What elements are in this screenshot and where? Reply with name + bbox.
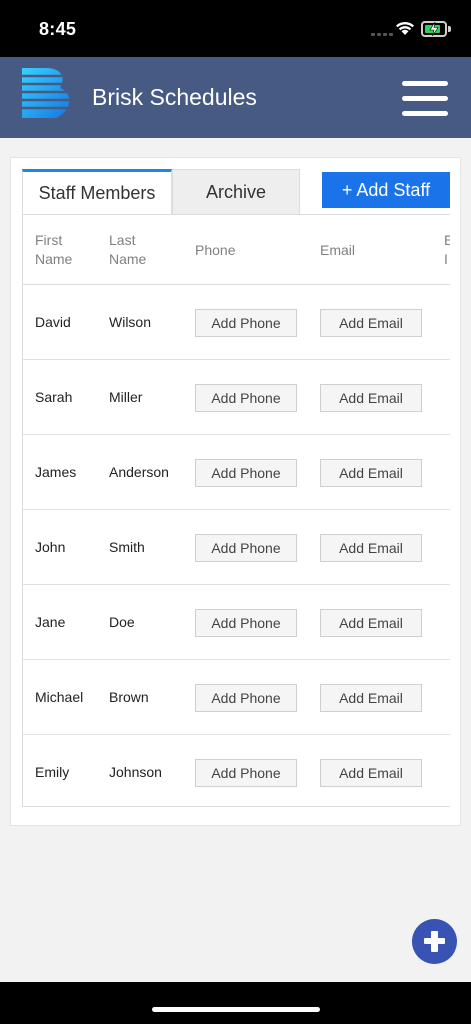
- add-phone-button[interactable]: Add Phone: [195, 309, 297, 337]
- cell-first-name: Sarah: [35, 389, 73, 405]
- add-email-button[interactable]: Add Email: [320, 609, 422, 637]
- cell-last-name: Johnson: [109, 764, 162, 780]
- add-email-button[interactable]: Add Email: [320, 309, 422, 337]
- add-phone-button[interactable]: Add Phone: [195, 684, 297, 712]
- cell-last-name: Miller: [109, 389, 143, 405]
- add-staff-button[interactable]: + Add Staff: [322, 172, 450, 208]
- cell-first-name: Emily: [35, 764, 70, 780]
- wifi-icon: [396, 21, 414, 35]
- status-bar: 8:45: [0, 0, 471, 57]
- staff-table: First Name Last Name Phone Email E I Dav…: [22, 214, 450, 807]
- tab-archive[interactable]: Archive: [172, 169, 300, 215]
- fab-add-button[interactable]: [412, 919, 457, 964]
- table-header: First Name Last Name Phone Email E I: [23, 215, 450, 285]
- column-header-email: Email: [320, 242, 356, 258]
- home-bar: [0, 982, 471, 1024]
- table-row: Michael Brown Add Phone Add Email: [23, 660, 450, 735]
- cell-last-name: Anderson: [109, 464, 169, 480]
- tab-staff-members[interactable]: Staff Members: [22, 169, 172, 215]
- cell-first-name: David: [35, 314, 71, 330]
- cell-last-name: Smith: [109, 539, 145, 555]
- brisk-logo-icon: [20, 68, 72, 118]
- status-time: 8:45: [39, 19, 77, 39]
- cell-first-name: James: [35, 464, 77, 480]
- table-row: David Wilson Add Phone Add Email: [23, 285, 450, 360]
- column-header-cut-off: E I: [444, 232, 450, 267]
- add-email-button[interactable]: Add Email: [320, 759, 422, 787]
- table-row: Sarah Miller Add Phone Add Email: [23, 360, 450, 435]
- add-phone-button[interactable]: Add Phone: [195, 384, 297, 412]
- add-phone-button[interactable]: Add Phone: [195, 459, 297, 487]
- column-header-first-name: First Name: [35, 232, 73, 267]
- add-phone-button[interactable]: Add Phone: [195, 759, 297, 787]
- home-indicator[interactable]: [152, 1007, 320, 1012]
- cell-first-name: Jane: [35, 614, 66, 630]
- cell-last-name: Doe: [109, 614, 135, 630]
- add-phone-button[interactable]: Add Phone: [195, 534, 297, 562]
- cell-first-name: John: [35, 539, 66, 555]
- add-email-button[interactable]: Add Email: [320, 384, 422, 412]
- table-row: John Smith Add Phone Add Email: [23, 510, 450, 585]
- add-phone-button[interactable]: Add Phone: [195, 609, 297, 637]
- cell-first-name: Michael: [35, 689, 84, 705]
- cell-last-name: Brown: [109, 689, 149, 705]
- table-row: Jane Doe Add Phone Add Email: [23, 585, 450, 660]
- app-header: Brisk Schedules: [0, 57, 471, 138]
- add-email-button[interactable]: Add Email: [320, 459, 422, 487]
- cell-last-name: Wilson: [109, 314, 152, 330]
- app-title: Brisk Schedules: [92, 84, 257, 110]
- hamburger-menu-icon[interactable]: [402, 81, 450, 117]
- table-row: Emily Johnson Add Phone Add Email: [23, 735, 450, 806]
- column-header-phone: Phone: [195, 242, 236, 258]
- signal-icon: [371, 31, 393, 36]
- add-email-button[interactable]: Add Email: [320, 684, 422, 712]
- table-row: James Anderson Add Phone Add Email: [23, 435, 450, 510]
- column-header-last-name: Last Name: [109, 232, 147, 267]
- battery-charging-icon: [421, 21, 451, 37]
- add-email-button[interactable]: Add Email: [320, 534, 422, 562]
